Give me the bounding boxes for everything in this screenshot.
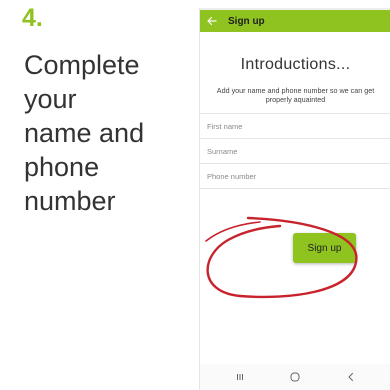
first-name-row	[200, 113, 390, 138]
system-nav-bar	[200, 364, 390, 390]
signup-form	[200, 113, 390, 189]
screen-subtext: Add your name and phone number so we can…	[216, 86, 375, 104]
instruction-line: name and	[24, 118, 145, 148]
step-number: 4.	[22, 4, 43, 32]
screen-heading: Introductions...	[240, 56, 351, 73]
instruction-text: Complete your name and phone number	[24, 48, 184, 218]
surname-field[interactable]	[200, 146, 377, 156]
arrow-left-icon[interactable]	[200, 10, 224, 32]
app-bar: Sign up	[200, 10, 390, 32]
recents-icon[interactable]	[228, 367, 252, 387]
instruction-line: your	[24, 84, 77, 114]
phone-screen: Sign up Introductions... Add your name a…	[199, 8, 390, 390]
instruction-line: phone	[24, 152, 100, 182]
instruction-line: number	[24, 186, 116, 216]
chevron-left-icon[interactable]	[339, 367, 363, 387]
phone-number-field[interactable]	[200, 171, 377, 181]
first-name-field[interactable]	[200, 121, 377, 131]
home-icon[interactable]	[283, 367, 307, 387]
phone-number-row	[200, 163, 390, 189]
app-bar-title: Sign up	[228, 15, 265, 27]
instruction-line: Complete	[24, 50, 140, 80]
surname-row	[200, 138, 390, 163]
sign-up-button[interactable]: Sign up	[293, 233, 356, 263]
